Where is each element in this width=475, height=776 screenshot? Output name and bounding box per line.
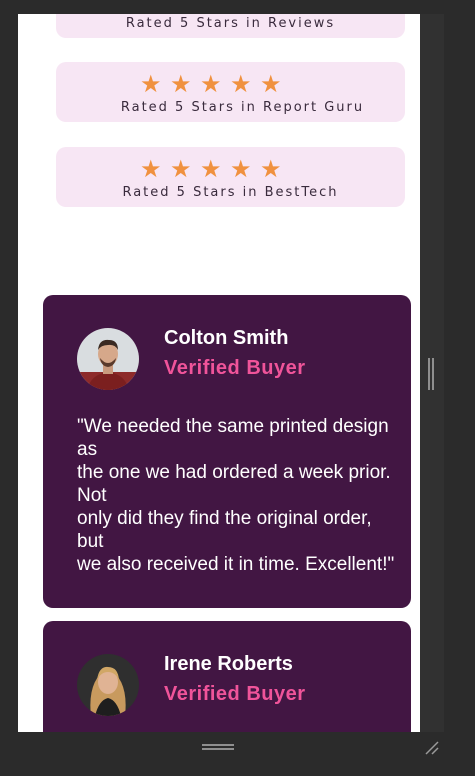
star-icon: ★ [200,70,222,98]
star-icon: ★ [170,70,192,98]
star-icon: ★ [170,155,192,183]
star-icon: ★ [260,155,282,183]
star-icon: ★ [230,155,252,183]
star-icon: ★ [140,155,162,183]
reviewer-name: Colton Smith [164,327,289,349]
rating-text: Rated 5 Stars in Reviews [125,16,336,31]
horizontal-resize-grip-icon[interactable] [202,744,234,750]
reviewer-name: Irene Roberts [164,653,293,675]
star-icon: ★ [260,70,282,98]
review-card: Irene Roberts Verified Buyer [43,621,411,732]
review-quote: "We needed the same printed design as th… [77,416,395,575]
rating-card-reviews: Rated 5 Stars in Reviews [56,14,405,38]
verified-badge: Verified Buyer [164,683,306,705]
star-icon: ★ [140,70,162,98]
verified-badge: Verified Buyer [164,357,306,379]
rating-card-besttech: ★ ★ ★ ★ ★ Rated 5 Stars in BestTech [56,147,405,207]
viewport-frame: Rated 5 Stars in Reviews ★ ★ ★ ★ ★ Rated… [18,14,420,732]
rating-text: Rated 5 Stars in BestTech [122,185,339,200]
rating-text: Rated 5 Stars in Report Guru [120,100,365,115]
star-icon: ★ [200,155,222,183]
rating-card-report-guru: ★ ★ ★ ★ ★ Rated 5 Stars in Report Guru [56,62,405,122]
review-card: Colton Smith Verified Buyer "We needed t… [43,295,411,608]
avatar [77,328,139,390]
avatar [77,654,139,716]
star-icon: ★ [230,70,252,98]
vertical-resize-grip-icon[interactable] [428,358,434,390]
corner-resize-icon[interactable] [424,740,440,756]
star-rating: ★ ★ ★ ★ ★ [140,72,284,96]
star-rating: ★ ★ ★ ★ ★ [140,157,284,181]
